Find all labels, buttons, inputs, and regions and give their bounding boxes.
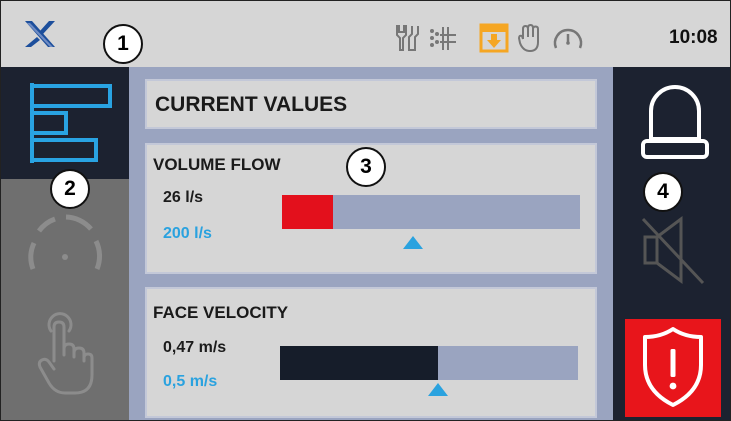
callout-3: 3 bbox=[346, 147, 386, 187]
right-panel bbox=[613, 67, 730, 420]
airflow-icon[interactable] bbox=[427, 23, 457, 53]
hand-icon[interactable] bbox=[517, 23, 543, 53]
warning-shield-icon bbox=[643, 327, 703, 407]
gauge-icon[interactable] bbox=[551, 23, 585, 53]
tools-icon[interactable] bbox=[393, 23, 421, 53]
face-velocity-label: FACE VELOCITY bbox=[153, 303, 289, 322]
volume-flow-setpoint-marker bbox=[403, 236, 424, 249]
volume-flow-bar-fill bbox=[282, 195, 333, 229]
callout-4: 4 bbox=[643, 172, 683, 212]
face-velocity-bar-fill bbox=[280, 346, 438, 380]
download-icon[interactable] bbox=[479, 23, 509, 53]
volume-flow-bar bbox=[282, 195, 580, 229]
touch-hand-icon bbox=[37, 312, 94, 395]
clock: 10:08 bbox=[669, 27, 718, 48]
volume-flow-target: 200 l/s bbox=[163, 225, 212, 242]
volume-flow-label: VOLUME FLOW bbox=[153, 155, 281, 174]
callout-2: 2 bbox=[50, 169, 90, 209]
face-velocity-current: 0,47 m/s bbox=[163, 339, 227, 356]
title-panel: CURRENT VALUES bbox=[145, 79, 597, 129]
device-screen: 10:08 CURRENT VALUES VOLUME FLOW 26 l/s … bbox=[0, 0, 731, 421]
face-velocity-setpoint-marker bbox=[427, 383, 448, 396]
page-title: CURRENT VALUES bbox=[155, 93, 348, 116]
callout-1: 1 bbox=[103, 24, 143, 64]
left-nav bbox=[1, 67, 129, 420]
alarm-status-box[interactable] bbox=[625, 319, 721, 417]
speedometer-icon bbox=[28, 214, 103, 270]
nav-item-manual[interactable] bbox=[1, 291, 129, 420]
main-content: CURRENT VALUES VOLUME FLOW 26 l/s 200 l/… bbox=[129, 67, 613, 420]
alarm-light-icon[interactable] bbox=[639, 81, 711, 165]
mute-icon[interactable] bbox=[641, 215, 705, 285]
values-bars-icon bbox=[30, 83, 112, 163]
face-velocity-panel[interactable]: FACE VELOCITY 0,47 m/s 0,5 m/s bbox=[145, 287, 597, 418]
volume-flow-current: 26 l/s bbox=[163, 189, 204, 206]
face-velocity-bar bbox=[280, 346, 578, 380]
brand-logo-icon bbox=[25, 21, 55, 47]
nav-item-current-values[interactable] bbox=[1, 67, 129, 179]
face-velocity-target: 0,5 m/s bbox=[163, 373, 218, 390]
